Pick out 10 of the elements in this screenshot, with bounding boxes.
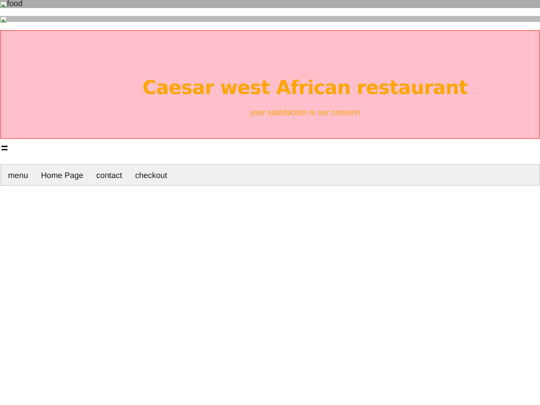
broken-image-icon: [0, 16, 7, 22]
image-alt-text: food: [7, 0, 23, 8]
nav-link[interactable]: menu: [8, 170, 28, 180]
menu-toggle[interactable]: =: [0, 142, 8, 154]
broken-image-icon: [0, 0, 7, 8]
nav-link[interactable]: Home Page: [41, 170, 84, 180]
restaurant-title: Caesar west African restaurant: [142, 77, 468, 99]
tagline: your satisfaction is our concern: [250, 108, 360, 117]
nav-link[interactable]: checkout: [135, 170, 168, 180]
nav-link[interactable]: contact: [96, 170, 122, 180]
